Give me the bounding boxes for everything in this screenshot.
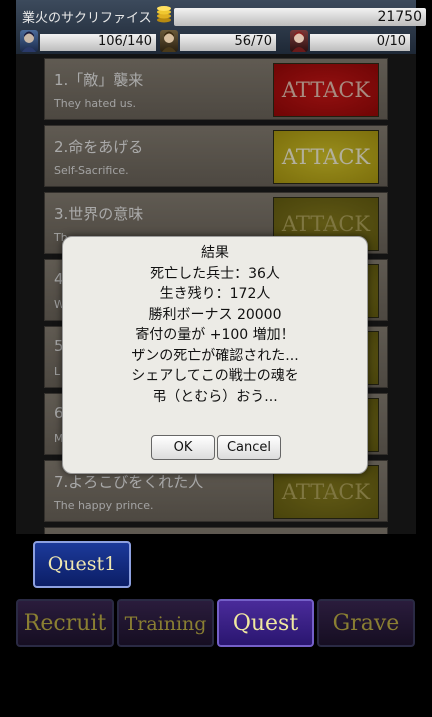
nav-training[interactable]: Training — [117, 599, 214, 647]
hero-portrait-icon — [290, 30, 308, 52]
victory-bonus-line: 勝利ボーナス 20000 — [148, 306, 282, 323]
dead-soldiers-line: 死亡した兵士：36人 — [150, 265, 280, 282]
donation-line: 寄付の量が +100 増加！ — [135, 327, 295, 343]
gold-counter: 21750 — [174, 8, 426, 26]
gold-value: 21750 — [377, 9, 422, 25]
quest1-tab[interactable]: Quest1 — [33, 541, 131, 588]
result-dialog: 結果 死亡した兵士：36人 生き残り：172人 勝利ボーナス 20000 寄付の… — [62, 236, 368, 474]
soldier-count: 106/140 — [40, 34, 156, 51]
cancel-button[interactable]: Cancel — [217, 435, 281, 460]
nav-quest[interactable]: Quest — [217, 599, 314, 647]
ok-button[interactable]: OK — [151, 435, 215, 460]
share-line-1: シェアしてこの戦士の魂を — [131, 368, 299, 384]
status-header: 業火のサクリファイス 21750 106/140 56/70 0/10 — [16, 0, 426, 54]
soldier-portrait-icon — [20, 30, 38, 52]
survivors-line: 生き残り：172人 — [159, 286, 271, 302]
death-confirmed-line: ザンの死亡が確認された... — [131, 347, 299, 364]
share-line-2: 弔（とむら）おう... — [152, 388, 278, 405]
trainee-count: 56/70 — [180, 34, 276, 51]
hero-count: 0/10 — [310, 34, 410, 51]
soldier-count-value: 106/140 — [97, 34, 152, 49]
dialog-title: 結果 — [201, 245, 229, 261]
gold-coins-icon — [157, 6, 171, 23]
hero-count-value: 0/10 — [376, 34, 406, 49]
trainee-count-value: 56/70 — [234, 34, 272, 49]
trainee-portrait-icon — [160, 30, 178, 52]
nav-grave[interactable]: Grave — [317, 599, 415, 647]
result-message: 結果 死亡した兵士：36人 生き残り：172人 勝利ボーナス 20000 寄付の… — [63, 243, 367, 407]
game-title: 業火のサクリファイス — [22, 11, 152, 26]
nav-recruit[interactable]: Recruit — [16, 599, 114, 647]
